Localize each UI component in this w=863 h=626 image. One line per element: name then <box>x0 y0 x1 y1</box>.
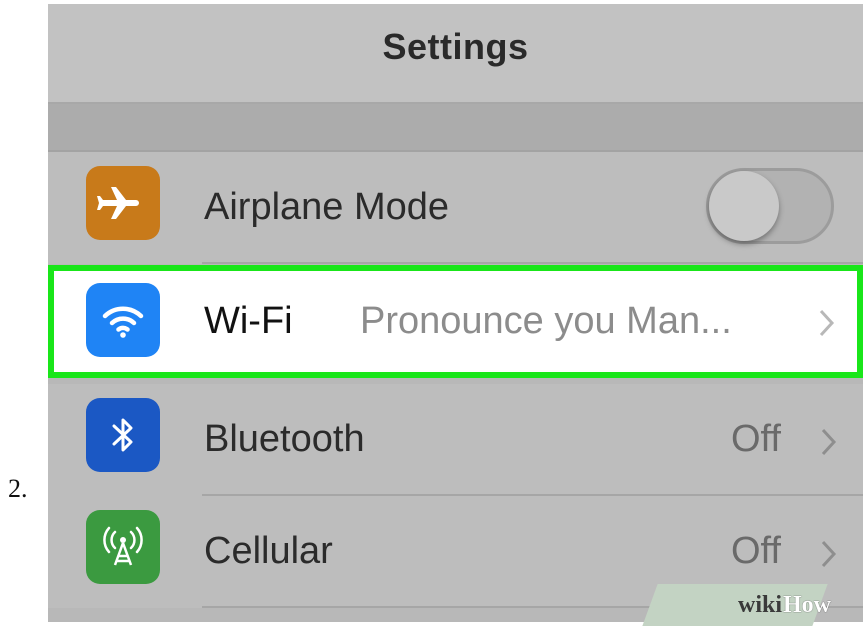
row-divider <box>202 262 863 264</box>
airplane-icon <box>86 166 160 240</box>
cellular-antenna-icon <box>86 510 160 584</box>
chevron-right-icon <box>819 309 835 342</box>
cellular-status: Off <box>731 530 781 572</box>
watermark-wiki: wiki <box>738 592 783 618</box>
cellular-label: Cellular <box>204 530 333 572</box>
airplane-mode-toggle[interactable] <box>706 168 834 244</box>
settings-row-wifi[interactable]: Wi-Fi Pronounce you Man... <box>48 265 863 378</box>
bluetooth-icon <box>86 398 160 472</box>
bluetooth-label: Bluetooth <box>204 418 365 460</box>
wikihow-watermark: wikiHow <box>738 592 831 619</box>
page-title: Settings <box>382 26 529 67</box>
wifi-network-name: Pronounce you Man... <box>360 300 732 342</box>
group-separator <box>48 104 863 152</box>
airplane-mode-label: Airplane Mode <box>204 186 450 228</box>
toggle-knob <box>709 171 779 241</box>
watermark-how: How <box>783 592 832 618</box>
settings-row-bluetooth[interactable]: Bluetooth Off <box>48 384 863 496</box>
wifi-icon <box>86 283 160 357</box>
settings-screen: Settings Airplane Mode Wi-Fi Pronounce y… <box>48 4 863 622</box>
navigation-bar: Settings <box>48 4 863 104</box>
settings-row-airplane-mode[interactable]: Airplane Mode <box>48 152 863 264</box>
step-number: 2. <box>8 474 28 503</box>
wifi-label: Wi-Fi <box>204 300 293 342</box>
bluetooth-status: Off <box>731 418 781 460</box>
chevron-right-icon <box>821 428 837 461</box>
chevron-right-icon <box>821 540 837 573</box>
